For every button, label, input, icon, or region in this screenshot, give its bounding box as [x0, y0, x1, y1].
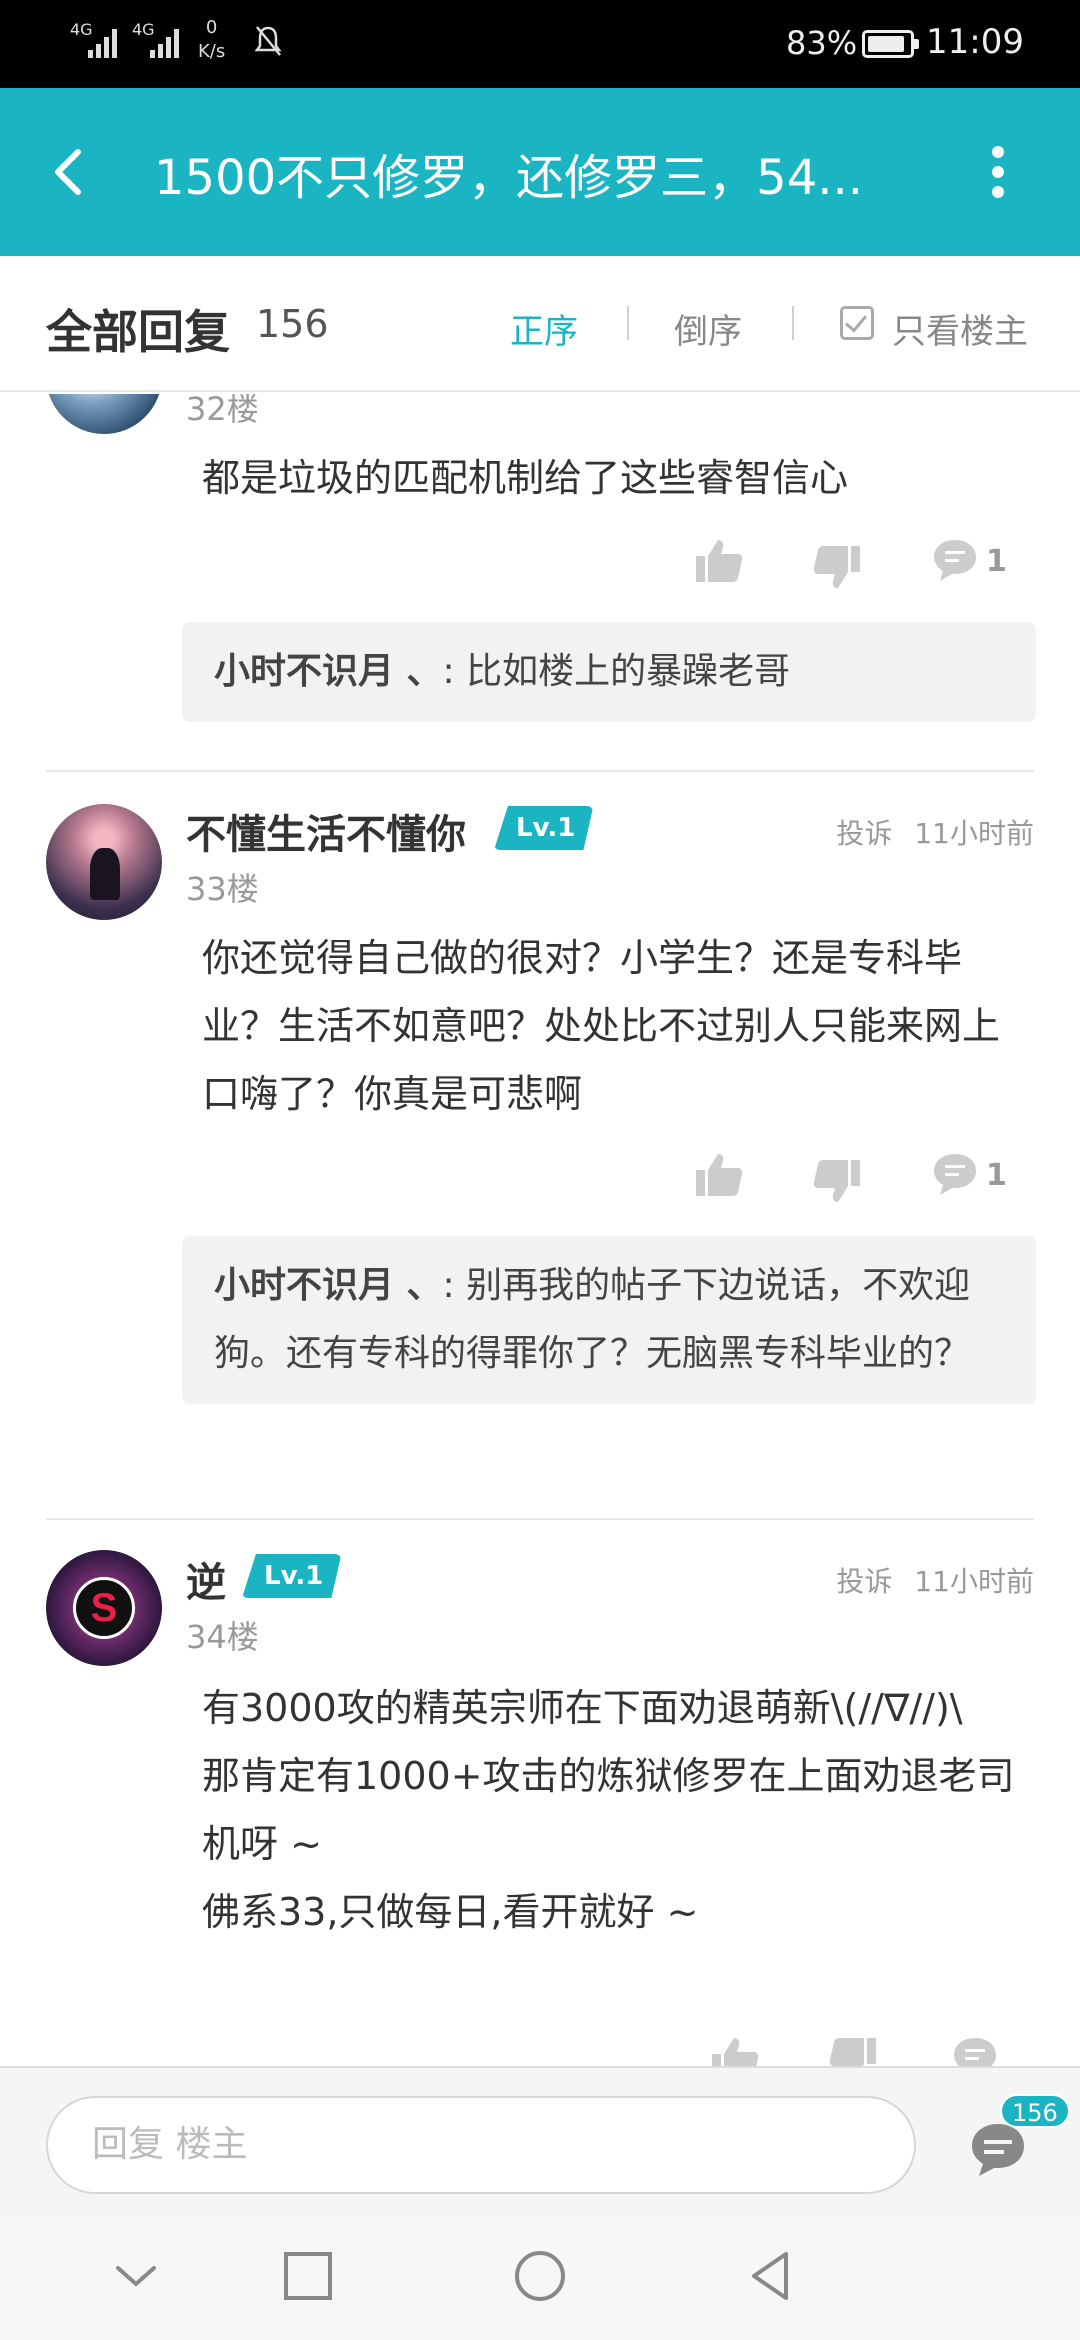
floor-number: 33楼	[186, 870, 259, 908]
sort-ascending-button[interactable]: 正序	[510, 304, 578, 353]
post-divider	[46, 770, 1034, 772]
username[interactable]: 不懂生活不懂你	[186, 802, 466, 860]
thumbs-down-icon[interactable]	[812, 542, 862, 592]
back-triangle-icon[interactable]	[740, 2244, 804, 2308]
reply-input[interactable]: 回复 楼主	[46, 2096, 916, 2194]
reply-filter-bar: 全部回复 156 正序 倒序 只看楼主	[0, 256, 1080, 392]
back-arrow-icon[interactable]	[38, 140, 102, 204]
post-time: 11小时前	[914, 1565, 1034, 1598]
thumbs-up-icon[interactable]	[694, 1150, 744, 1200]
comment-count: 1	[986, 1158, 1007, 1193]
sub-reply[interactable]: 小时不识月 、: 别再我的帖子下边说话，不欢迎狗。还有专科的得罪你了？无脑黑专科…	[182, 1236, 1036, 1404]
divider	[627, 306, 629, 340]
floor-number: 32楼	[186, 394, 259, 428]
reply-line: 那肯定有1000+攻击的炼狱修罗在上面劝退老司机呀 ~	[202, 1754, 1015, 1866]
post-meta: 投诉 11小时前	[836, 1560, 1034, 1600]
sub-reply-author[interactable]: 小时不识月 、	[214, 651, 443, 692]
recent-apps-icon[interactable]	[276, 2244, 340, 2308]
net-speed-unit: K/s	[198, 41, 226, 62]
thumbs-up-icon[interactable]	[694, 536, 744, 586]
reply-line: 有3000攻的精英宗师在下面劝退萌新\(//∇//)\	[202, 1686, 963, 1730]
system-nav-bar	[0, 2214, 1080, 2340]
clock: 11:09	[926, 22, 1024, 62]
battery-percent: 83%	[786, 24, 858, 62]
thumbs-down-icon[interactable]	[812, 1156, 862, 1206]
reply-bar: 回复 楼主 156	[0, 2066, 1080, 2214]
post-meta: 投诉 11小时前	[836, 812, 1034, 852]
only-op-label[interactable]: 只看楼主	[892, 304, 1028, 353]
page-title: 1500不只修罗，还修罗三，54...	[154, 150, 864, 206]
thumbs-up-icon[interactable]	[710, 2034, 760, 2066]
comment-icon[interactable]	[930, 1150, 980, 1200]
username[interactable]: 逆	[186, 1550, 226, 1608]
reply-count: 156	[256, 302, 329, 346]
reply-content: 你还觉得自己做的很对？小学生？还是专科毕业？生活不如意吧？处处比不过别人只能来网…	[202, 936, 1001, 1116]
reply-line: 佛系33,只做每日,看开就好 ~	[202, 1890, 699, 1934]
level-badge: Lv.1	[242, 1554, 342, 1598]
reply-count-badge: 156	[1000, 2094, 1070, 2128]
report-button[interactable]: 投诉	[836, 817, 892, 850]
home-icon[interactable]	[508, 2244, 572, 2308]
avatar[interactable]	[46, 1550, 162, 1666]
floor-number: 34楼	[186, 1618, 259, 1656]
net-speed-value: 0	[205, 17, 218, 38]
post-divider	[46, 1518, 1034, 1520]
reply-content: 有3000攻的精英宗师在下面劝退萌新\(//∇//)\ 那肯定有1000+攻击的…	[202, 1674, 1022, 1946]
thumbs-down-icon[interactable]	[828, 2034, 878, 2066]
chevron-down-icon[interactable]	[104, 2244, 168, 2308]
reply-list[interactable]: 32楼 都是垃圾的匹配机制给了这些睿智信心 1 小时不识月 、: 比如楼上的暴躁…	[0, 394, 1080, 2066]
more-options-icon[interactable]	[976, 140, 1020, 204]
avatar[interactable]	[46, 394, 162, 434]
comment-count: 1	[986, 544, 1007, 579]
comment-icon[interactable]	[930, 536, 980, 586]
level-badge: Lv.1	[494, 806, 594, 850]
report-button[interactable]: 投诉	[836, 1565, 892, 1598]
sub-reply[interactable]: 小时不识月 、: 比如楼上的暴躁老哥	[182, 622, 1036, 722]
battery-icon	[862, 30, 919, 58]
signal-strength-icon	[88, 29, 117, 58]
post-time: 11小时前	[914, 817, 1034, 850]
sort-descending-button[interactable]: 倒序	[674, 304, 742, 353]
net-speed: 0 K/s	[198, 16, 225, 64]
signal-strength-icon-2	[150, 29, 179, 58]
avatar[interactable]	[46, 804, 162, 920]
sub-reply-text: : 比如楼上的暴躁老哥	[442, 651, 791, 692]
only-op-checkbox[interactable]	[840, 306, 874, 340]
sub-reply-author[interactable]: 小时不识月 、	[214, 1265, 443, 1306]
bell-muted-icon	[254, 26, 282, 56]
status-bar: 4G 4G 0 K/s 83% 11:09	[0, 0, 1080, 88]
comment-icon[interactable]	[950, 2034, 1000, 2066]
divider	[792, 306, 794, 340]
reply-content: 都是垃圾的匹配机制给了这些睿智信心	[202, 456, 849, 500]
app-header: 1500不只修罗，还修罗三，54...	[0, 88, 1080, 256]
all-replies-title: 全部回复	[46, 305, 230, 359]
